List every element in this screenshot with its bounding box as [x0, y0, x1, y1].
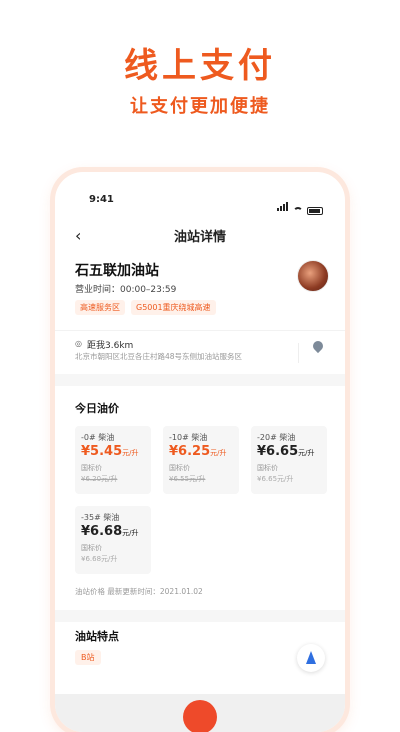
fuel-price: ¥5.45元/升 — [81, 444, 139, 459]
ref-price: ¥6.20元/升 — [81, 475, 118, 483]
map-pin-icon[interactable] — [310, 338, 326, 357]
station-name: 石五联加油站 — [75, 263, 159, 279]
fuel-price: ¥6.25元/升 — [169, 444, 227, 459]
features-title: 油站特点 — [75, 630, 119, 643]
section-gap — [55, 374, 345, 386]
address-row[interactable]: ◎ 距我3.6km 北京市朝阳区北豆各庄村路48号东侧加油站服务区 — [55, 330, 345, 374]
fuel-price: ¥6.68元/升 — [81, 524, 139, 539]
ref-price: ¥6.55元/升 — [169, 475, 206, 483]
price-card[interactable]: -0# 柴油 ¥5.45元/升 国标价 ¥6.20元/升 — [75, 426, 151, 494]
station-tag: 高速服务区 — [75, 300, 125, 315]
divider — [298, 343, 299, 363]
ref-price-label: 国标价 — [81, 464, 102, 472]
battery-icon — [307, 207, 323, 215]
ref-price-label: 国标价 — [257, 464, 278, 472]
fuel-grade: -0# 柴油 — [81, 433, 115, 442]
section-gap — [55, 610, 345, 622]
hero-banner: 线上支付 让支付更加便捷 — [0, 0, 400, 160]
fuel-grade: -20# 柴油 — [257, 433, 296, 442]
ref-price-label: 国标价 — [169, 464, 190, 472]
navigation-arrow-icon — [306, 651, 316, 664]
phone-frame: 9:41 ‹ 油站详情 石五联加油站 营业时间：00:00–23:59 高速服务… — [55, 172, 345, 732]
price-card[interactable]: -20# 柴油 ¥6.65元/升 国标价 ¥6.65元/升 — [251, 426, 327, 494]
station-address: 北京市朝阳区北豆各庄村路48号东侧加油站服务区 — [75, 352, 243, 361]
signal-icon — [277, 196, 289, 215]
navigate-button[interactable] — [297, 644, 325, 672]
ref-price: ¥6.68元/升 — [81, 555, 118, 563]
system-icons — [277, 196, 323, 215]
ref-price: ¥6.65元/升 — [257, 475, 294, 483]
status-bar: 9:41 — [55, 194, 345, 215]
wifi-icon — [293, 207, 303, 215]
fuel-grade: -35# 柴油 — [81, 513, 120, 522]
station-header: 石五联加油站 营业时间：00:00–23:59 高速服务区 G5001重庆绕城高… — [55, 260, 345, 326]
fuel-price: ¥6.65元/升 — [257, 444, 315, 459]
top-nav: ‹ 油站详情 — [55, 224, 345, 248]
station-tag: G5001重庆绕城高速 — [131, 300, 216, 315]
price-card[interactable]: -10# 柴油 ¥6.25元/升 国标价 ¥6.55元/升 — [163, 426, 239, 494]
pay-button[interactable] — [183, 700, 217, 732]
page-title: 油站详情 — [173, 230, 226, 245]
station-tags: 高速服务区 G5001重庆绕城高速 — [75, 300, 216, 315]
feature-tag: B站 — [75, 650, 101, 665]
price-update-time: 油站价格 最新更新时间：2021.01.02 — [75, 587, 203, 596]
station-hours: 营业时间：00:00–23:59 — [75, 285, 177, 295]
location-pin-icon: ◎ — [75, 339, 82, 348]
station-photo[interactable] — [297, 260, 329, 292]
hero-title: 线上支付 — [124, 46, 276, 86]
features-section: 油站特点 B站 — [55, 622, 345, 692]
price-card[interactable]: -35# 柴油 ¥6.68元/升 国标价 ¥6.68元/升 — [75, 506, 151, 574]
fuel-grade: -10# 柴油 — [169, 433, 208, 442]
price-section: 今日油价 -0# 柴油 ¥5.45元/升 国标价 ¥6.20元/升 -10# 柴… — [55, 386, 345, 610]
station-distance: 距我3.6km — [87, 341, 134, 351]
ref-price-label: 国标价 — [81, 544, 102, 552]
hero-subtitle: 让支付更加便捷 — [130, 96, 270, 117]
status-time: 9:41 — [89, 194, 114, 205]
price-section-title: 今日油价 — [75, 402, 119, 415]
